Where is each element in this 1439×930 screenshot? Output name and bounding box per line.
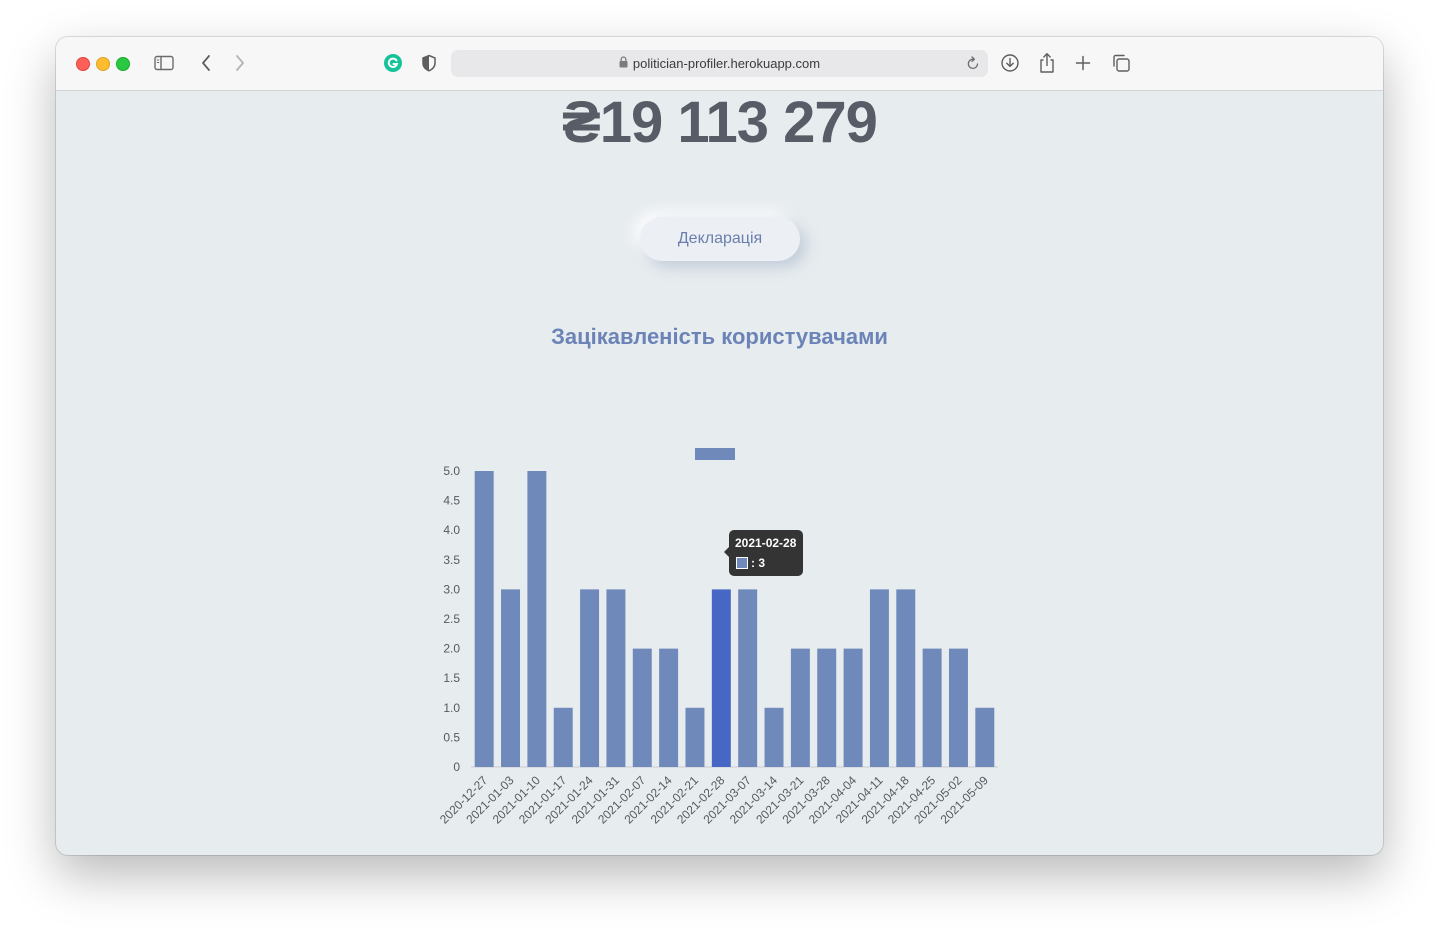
- bar: [922, 648, 942, 767]
- bar: [869, 589, 889, 767]
- bar: [580, 589, 600, 767]
- bar: [896, 589, 916, 767]
- bar: [527, 471, 547, 767]
- y-tick-label: 2.5: [443, 612, 460, 626]
- back-icon[interactable]: [194, 51, 218, 75]
- tooltip-series-swatch: [736, 557, 748, 569]
- y-tick-label: 1.5: [443, 671, 460, 685]
- bar: [685, 707, 705, 767]
- bar: [711, 589, 731, 767]
- y-tick-label: 5.0: [443, 464, 460, 478]
- section-title: Зацікавленість користувачами: [551, 324, 888, 349]
- y-tick-label: 0.5: [443, 730, 460, 744]
- grammarly-extension-icon[interactable]: [381, 51, 405, 75]
- y-tick-label: 3.0: [443, 582, 460, 596]
- downloads-icon[interactable]: [998, 51, 1022, 75]
- forward-icon[interactable]: [228, 51, 252, 75]
- y-tick-label: 0: [453, 760, 460, 774]
- bar: [501, 589, 521, 767]
- browser-toolbar: politician-profiler.herokuapp.com: [56, 37, 1383, 91]
- sidebar-toggle-icon[interactable]: [152, 51, 176, 75]
- bar: [632, 648, 652, 767]
- tab-overview-icon[interactable]: [1109, 51, 1133, 75]
- bar: [948, 648, 968, 767]
- bar: [790, 648, 810, 767]
- bar: [738, 589, 758, 767]
- y-tick-label: 3.5: [443, 553, 460, 567]
- y-tick-label: 4.0: [443, 523, 460, 537]
- close-window-button[interactable]: [76, 57, 90, 71]
- bar: [843, 648, 863, 767]
- declared-amount: ₴19 113 279: [562, 90, 878, 155]
- bar: [764, 707, 784, 767]
- minimize-window-button[interactable]: [96, 57, 110, 71]
- bar: [659, 648, 679, 767]
- bar: [975, 707, 995, 767]
- y-tick-label: 4.5: [443, 494, 460, 508]
- bar: [606, 589, 626, 767]
- share-icon[interactable]: [1035, 51, 1059, 75]
- lock-icon: [619, 56, 628, 71]
- new-tab-icon[interactable]: [1071, 51, 1095, 75]
- y-tick-label: 2.0: [443, 642, 460, 656]
- zoom-window-button[interactable]: [116, 57, 130, 71]
- browser-window: politician-profiler.herokuapp.com ₴19 11…: [56, 37, 1383, 855]
- url-text: politician-profiler.herokuapp.com: [632, 56, 821, 71]
- declaration-button[interactable]: Декларація: [640, 217, 800, 261]
- reload-icon[interactable]: [966, 55, 980, 74]
- page-content: ₴19 113 279 Декларація Зацікавленість ко…: [56, 91, 1383, 855]
- chart-tooltip: 2021-02-28 : 3: [724, 530, 803, 576]
- bar: [817, 648, 837, 767]
- user-interest-bar-chart: 00.51.01.52.02.53.03.54.04.55.02020-12-2…: [437, 448, 998, 827]
- legend-swatch: [695, 448, 735, 460]
- bar: [553, 707, 573, 767]
- bar: [474, 471, 494, 767]
- privacy-shield-icon[interactable]: [417, 51, 441, 75]
- y-tick-label: 1.0: [443, 701, 460, 715]
- tooltip-value: : 3: [751, 556, 766, 570]
- address-bar[interactable]: politician-profiler.herokuapp.com: [451, 50, 988, 77]
- tooltip-title: 2021-02-28: [735, 536, 797, 550]
